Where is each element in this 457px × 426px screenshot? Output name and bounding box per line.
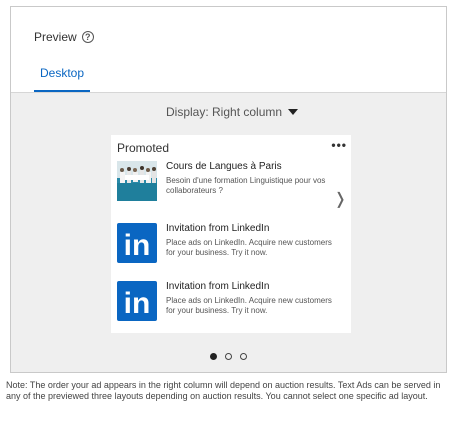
preview-header: Preview ? Desktop	[11, 7, 446, 93]
tab-desktop[interactable]: Desktop	[34, 60, 90, 92]
caret-down-icon	[288, 109, 299, 115]
ad-body: Besoin d'une formation Linguistique pour…	[166, 176, 326, 195]
linkedin-logo-icon: in	[117, 223, 157, 263]
carousel-pagination	[11, 353, 446, 363]
ad-title: Cours de Langues à Paris	[166, 161, 282, 172]
page-dot-2[interactable]	[225, 353, 232, 360]
text-ad-item[interactable]: in Invitation from LinkedIn Place ads on…	[117, 223, 337, 267]
page-dot-1[interactable]	[210, 353, 217, 360]
display-dropdown-label: Display: Right column	[166, 105, 283, 119]
tab-active-indicator	[34, 90, 90, 92]
ad-title: Invitation from LinkedIn	[166, 281, 270, 292]
more-options-icon[interactable]: •••	[331, 138, 347, 152]
text-ad-item[interactable]: in Invitation from LinkedIn Place ads on…	[117, 281, 337, 325]
linkedin-mark: in	[124, 229, 151, 262]
promoted-label: Promoted	[117, 141, 170, 155]
text-ad-item[interactable]: Cours de Langues à Paris Besoin d'une fo…	[117, 161, 337, 205]
display-dropdown[interactable]: Display: Right column	[166, 105, 299, 119]
preview-label: Preview	[34, 30, 77, 44]
linkedin-mark: in	[124, 287, 151, 320]
tab-desktop-label: Desktop	[39, 66, 85, 80]
help-icon[interactable]: ?	[81, 31, 94, 43]
auction-note: Note: The order your ad appears in the r…	[6, 380, 441, 401]
preview-title: Preview ?	[34, 30, 94, 44]
ad-body: Place ads on LinkedIn. Acquire new custo…	[166, 238, 332, 257]
linkedin-logo-icon: in	[117, 281, 157, 321]
ad-title: Invitation from LinkedIn	[166, 223, 270, 234]
ad-preview-panel: Preview ? Desktop Display: Right column …	[10, 6, 447, 373]
classroom-photo-thumbnail	[117, 161, 157, 201]
ad-body: Place ads on LinkedIn. Acquire new custo…	[166, 296, 332, 315]
right-column-ad-card: Promoted ••• ❭ Cours de Langues à Paris …	[111, 135, 351, 333]
preview-canvas: Display: Right column Promoted ••• ❭ Cou…	[11, 93, 446, 372]
page-dot-3[interactable]	[240, 353, 247, 360]
